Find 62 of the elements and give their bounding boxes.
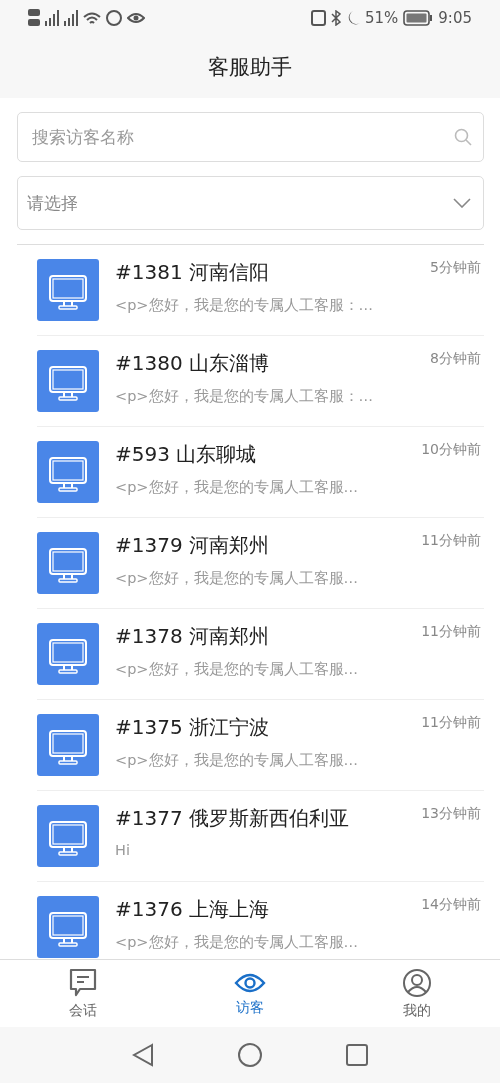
visit-time: 13分钟前	[421, 805, 482, 823]
monitor-icon	[37, 714, 99, 776]
visitor-item[interactable]: #1381 河南信阳 5分钟前 <p>您好，我是您的专属人工客服：…	[37, 245, 484, 336]
visitor-name: #1379 河南郑州	[115, 532, 269, 559]
message-preview: <p>您好，我是您的专属人工客服…	[115, 660, 359, 679]
visitor-item[interactable]: #1380 山东淄博 8分钟前 <p>您好，我是您的专属人工客服：…	[37, 336, 484, 427]
visitor-item[interactable]: #593 山东聊城 10分钟前 <p>您好，我是您的专属人工客服…	[37, 427, 484, 518]
signal-icon	[64, 10, 78, 26]
visitor-name: #593 山东聊城	[115, 441, 257, 468]
chevron-down-icon	[453, 198, 471, 208]
message-preview: Hi	[115, 842, 131, 858]
visit-time: 8分钟前	[430, 350, 482, 368]
battery-percent: 51%	[364, 9, 399, 27]
user-icon	[401, 967, 432, 998]
wifi-icon	[83, 11, 101, 25]
visitor-name: #1378 河南郑州	[115, 623, 269, 650]
eye-icon	[127, 12, 145, 24]
message-preview: <p>您好，我是您的专属人工客服：…	[115, 387, 374, 406]
monitor-icon	[37, 623, 99, 685]
tab[interactable]: 会话	[43, 967, 124, 1020]
circle-icon	[106, 10, 122, 26]
visitor-item[interactable]: #1377 俄罗斯新西伯利亚 13分钟前 Hi	[37, 791, 484, 882]
tab[interactable]: 访客	[210, 970, 290, 1017]
visitor-name: #1380 山东淄博	[115, 350, 269, 377]
visitor-name: #1375 浙江宁波	[115, 714, 269, 741]
signal-icon	[45, 10, 59, 26]
home-icon[interactable]	[238, 1043, 262, 1067]
monitor-icon	[37, 532, 99, 594]
monitor-icon	[37, 350, 99, 412]
page-title: 客服助手	[208, 54, 292, 81]
sim-icon	[28, 9, 40, 27]
battery-icon	[403, 10, 434, 26]
message-preview: <p>您好，我是您的专属人工客服…	[115, 933, 359, 952]
message-preview: <p>您好，我是您的专属人工客服：…	[115, 296, 374, 315]
back-icon[interactable]	[132, 1043, 154, 1067]
search-icon	[454, 128, 472, 146]
chat-icon	[69, 967, 98, 998]
bluetooth-icon	[330, 10, 341, 26]
visitor-item[interactable]: #1378 河南郑州 11分钟前 <p>您好，我是您的专属人工客服…	[37, 609, 484, 700]
visitor-name: #1377 俄罗斯新西伯利亚	[115, 805, 349, 832]
visitor-name: #1381 河南信阳	[115, 259, 269, 286]
monitor-icon	[37, 259, 99, 321]
message-preview: <p>您好，我是您的专属人工客服…	[115, 478, 359, 497]
monitor-icon	[37, 805, 99, 867]
recents-icon[interactable]	[346, 1044, 368, 1066]
message-preview: <p>您好，我是您的专属人工客服…	[115, 751, 359, 770]
message-preview: <p>您好，我是您的专属人工客服…	[115, 569, 359, 588]
visit-time: 5分钟前	[430, 259, 482, 277]
visitor-name: #1376 上海上海	[115, 896, 269, 923]
visit-time: 10分钟前	[421, 441, 482, 459]
visit-time: 11分钟前	[421, 714, 482, 732]
visit-time: 11分钟前	[421, 623, 482, 641]
tab[interactable]: 我的	[376, 967, 457, 1020]
visitor-item[interactable]: #1375 浙江宁波 11分钟前 <p>您好，我是您的专属人工客服…	[37, 700, 484, 791]
select-dropdown[interactable]: 请选择	[17, 176, 484, 230]
visitor-item[interactable]: #1379 河南郑州 11分钟前 <p>您好，我是您的专属人工客服…	[37, 518, 484, 609]
monitor-icon	[37, 441, 99, 503]
search-field[interactable]: 搜索访客名称	[17, 112, 484, 162]
visit-time: 14分钟前	[421, 896, 482, 914]
visit-time: 11分钟前	[421, 532, 482, 550]
clock: 9:05	[438, 9, 472, 27]
nfc-icon	[310, 10, 326, 26]
